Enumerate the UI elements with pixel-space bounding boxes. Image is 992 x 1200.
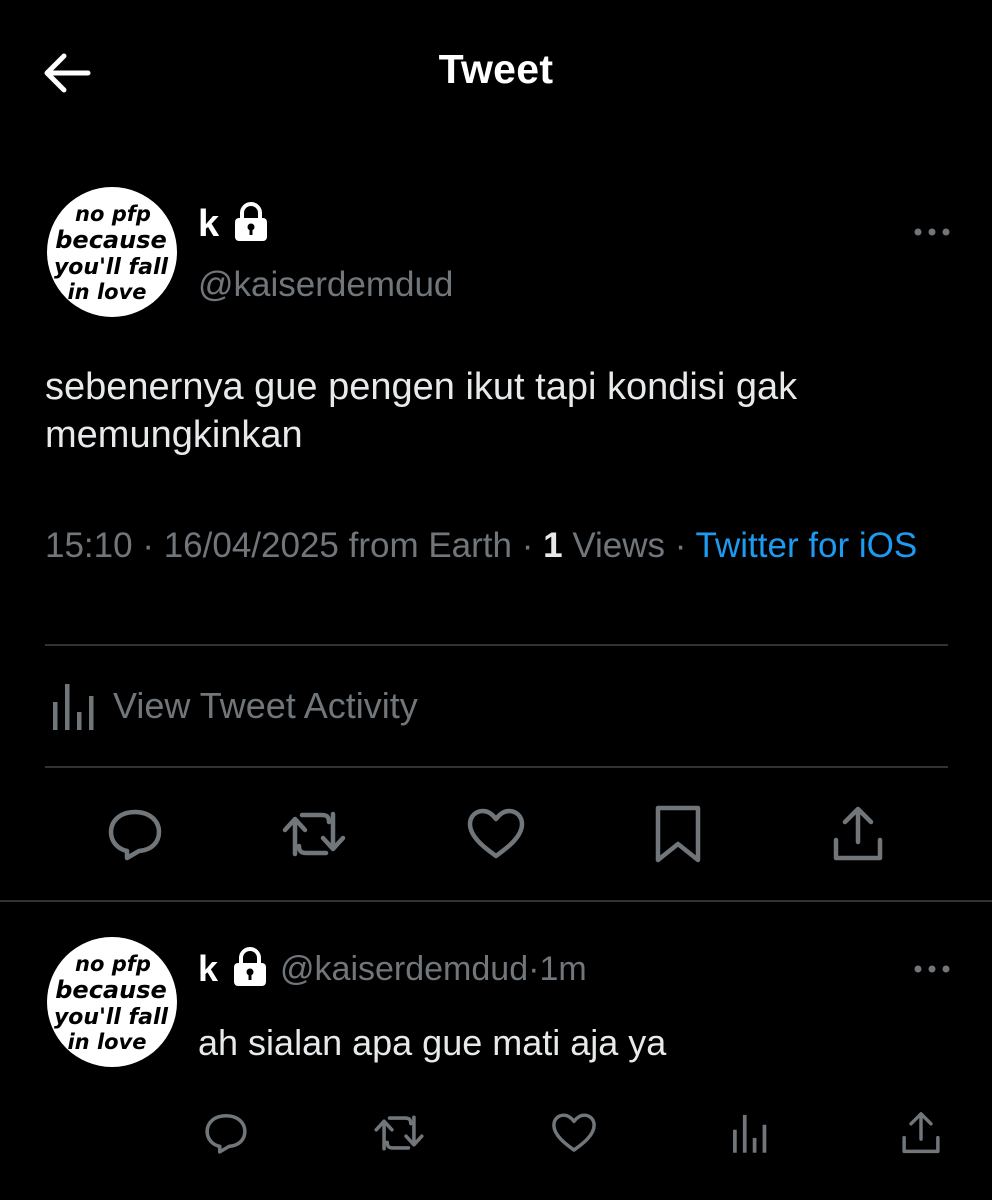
more-icon [914,965,950,973]
like-button[interactable] [460,802,532,866]
divider [45,644,948,646]
retweet-icon [374,1115,424,1151]
reply-more-options-button[interactable] [913,959,953,979]
tweet-date[interactable]: 16/04/2025 [164,526,339,565]
avatar-line-1: no pfp [75,952,151,976]
bookmark-icon [655,805,701,863]
reply-share-button[interactable] [895,1108,947,1158]
reply-time[interactable]: 1m [539,950,586,989]
avatar-line-1: no pfp [75,202,151,226]
tweet-location: from Earth [348,526,512,565]
retweet-button[interactable] [278,802,350,866]
avatar-line-4: in love [67,1030,146,1054]
reply-avatar-image: no pfp because you'll fall in love [54,952,169,1054]
view-tweet-activity-button[interactable]: View Tweet Activity [45,676,418,736]
avatar-image: no pfp because you'll fall in love [54,202,169,304]
section-divider [0,900,992,902]
reply-display-name[interactable]: k [198,948,218,990]
share-button[interactable] [822,802,894,866]
lock-icon [232,946,268,992]
reply-text: ah sialan apa gue mati aja ya [198,1022,667,1063]
reply-meta-separator: · [528,949,540,988]
avatar-line-2: because [55,226,167,254]
reply-button[interactable] [99,802,171,866]
reply-avatar[interactable]: no pfp because you'll fall in love [47,937,177,1067]
reply-reply-button[interactable] [198,1108,254,1158]
retweet-icon [282,811,346,857]
reply-icon [205,1113,247,1154]
tweet-time[interactable]: 15:10 [45,526,133,565]
share-icon [833,806,883,861]
views-label: Views [572,526,666,565]
divider [45,766,948,768]
meta-separator: · [132,526,164,565]
reply-retweet-button[interactable] [369,1108,429,1158]
avatar-line-2: because [55,976,167,1004]
analytics-icon [733,1114,767,1153]
author-handle[interactable]: @kaiserdemdud [198,265,453,305]
share-icon [902,1112,940,1154]
like-icon [467,808,525,859]
analytics-icon [53,684,94,730]
meta-separator: · [665,526,696,565]
reply-icon [108,809,162,861]
page-title: Tweet [438,46,554,92]
bookmark-button[interactable] [642,802,714,866]
reply-like-button[interactable] [546,1108,602,1158]
reply-author-row: k @kaiserdemdud · 1m [198,944,587,994]
activity-label: View Tweet Activity [113,685,418,726]
avatar-line-4: in love [67,280,146,304]
avatar-line-3: you'll fall [54,255,169,280]
meta-separator: · [512,526,544,565]
tweet-source-link[interactable]: Twitter for iOS [696,526,918,565]
avatar-line-3: you'll fall [54,1005,169,1030]
more-icon [914,228,950,236]
display-name[interactable]: k [198,203,219,246]
tweet-metadata: 15:10 · 16/04/2025 from Earth · 1 Views … [45,525,950,567]
like-icon [552,1113,596,1152]
reply-handle[interactable]: @kaiserdemdud [280,950,528,989]
author-name-row: k [198,200,269,248]
tweet-text: sebenernya gue pengen ikut tapi kondisi … [45,366,798,456]
avatar[interactable]: no pfp because you'll fall in love [47,187,177,317]
more-options-button[interactable] [913,222,953,242]
lock-icon [233,201,269,247]
reply-analytics-button[interactable] [722,1108,772,1158]
views-count: 1 [543,526,563,565]
